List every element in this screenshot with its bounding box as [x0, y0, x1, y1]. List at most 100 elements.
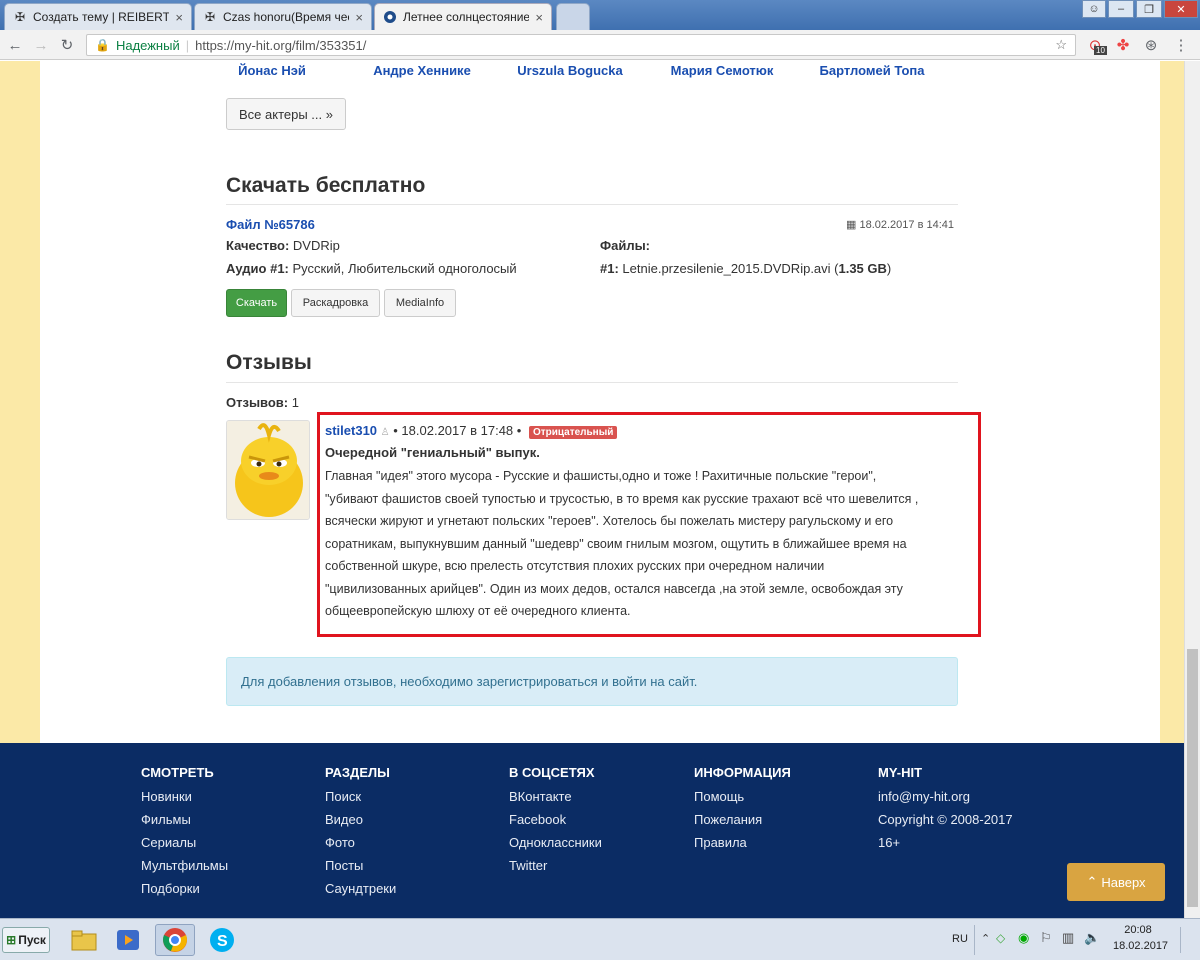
windows-taskbar: ⊞ Пуск S RU ⌃ ◇ ◉ ⚐ ▥ 🔈 20:08 18.02.2017	[0, 918, 1200, 960]
footer-link[interactable]: Twitter	[509, 858, 679, 873]
close-window-button[interactable]: ✕	[1164, 0, 1198, 18]
footer-link[interactable]: Помощь	[694, 789, 864, 804]
reviews-count-label: Отзывов:	[226, 395, 289, 410]
address-bar[interactable]: 🔒 Надежный | https://my-hit.org/film/353…	[86, 34, 1076, 56]
file-date-text: 18.02.2017 в 14:41	[859, 219, 955, 231]
profile-icon[interactable]: ☺	[1082, 0, 1106, 18]
show-desktop-button[interactable]	[1180, 927, 1194, 953]
file-close: )	[886, 261, 892, 276]
main-content: Йонас Нэй Андре Хенникe Urszula Bogucka …	[40, 61, 1160, 743]
new-tab-button[interactable]	[556, 3, 590, 30]
login-notice: Для добавления отзывов, необходимо зарег…	[226, 657, 958, 706]
close-tab-icon[interactable]: ×	[355, 10, 363, 25]
close-tab-icon[interactable]: ×	[175, 10, 183, 25]
clock-time[interactable]: 20:08	[1116, 924, 1160, 936]
tab-my-hit-film[interactable]: Летнее солнцестояние ( ×	[374, 3, 552, 30]
reviews-heading: Отзывы	[226, 351, 312, 374]
tray-expand-icon[interactable]: ⌃	[981, 932, 990, 945]
footer-link[interactable]: Мультфильмы	[141, 858, 311, 873]
review-headline: Очередной "гениальный" выпук.	[325, 445, 540, 460]
back-to-top-button[interactable]: ⌃ Наверх	[1067, 863, 1165, 901]
file-explorer-icon[interactable]	[64, 924, 104, 956]
footer-column-watch: СМОТРЕТЬ Новинки Фильмы Сериалы Мультфил…	[141, 765, 311, 904]
svg-text:S: S	[217, 933, 228, 950]
chrome-taskbar-icon[interactable]	[155, 924, 195, 956]
media-player-icon[interactable]	[108, 924, 148, 956]
reload-icon[interactable]: ↻	[58, 36, 76, 54]
footer-link[interactable]: Правила	[694, 835, 864, 850]
actor-link[interactable]: Йонас Нэй	[202, 63, 342, 78]
review-author-link[interactable]: stilet310	[325, 423, 377, 438]
footer-link[interactable]: Видео	[325, 812, 495, 827]
actor-link[interactable]: Urszula Bogucka	[500, 63, 640, 78]
footer-age-rating: 16+	[878, 835, 901, 850]
back-to-top-label: Наверх	[1101, 874, 1146, 890]
footer-link[interactable]: Посты	[325, 858, 495, 873]
download-button[interactable]: Скачать	[226, 289, 287, 317]
footer-link[interactable]: Пожелания	[694, 812, 864, 827]
actor-link[interactable]: Мария Семотюк	[652, 63, 792, 78]
footer-email-link[interactable]: info@my-hit.org	[878, 789, 1048, 804]
footer-column-sections: РАЗДЕЛЫ Поиск Видео Фото Посты Саундтрек…	[325, 765, 495, 904]
bookmark-star-icon[interactable]: ☆	[1055, 37, 1067, 53]
menu-icon[interactable]: ⋮	[1172, 36, 1190, 54]
footer-link[interactable]: Сериалы	[141, 835, 311, 850]
start-label: Пуск	[18, 933, 46, 947]
back-arrow-icon[interactable]: ←	[6, 36, 24, 54]
network-icon[interactable]: ▥	[1062, 930, 1074, 946]
footer-link[interactable]: Подборки	[141, 881, 311, 896]
footer-heading: ИНФОРМАЦИЯ	[694, 765, 791, 780]
all-actors-button[interactable]: Все актеры ... »	[226, 98, 346, 130]
clock-date[interactable]: 18.02.2017	[1113, 940, 1168, 952]
mediainfo-button[interactable]: MediaInfo	[384, 289, 456, 317]
minimize-button[interactable]: –	[1108, 0, 1134, 18]
actor-link[interactable]: Андре Хенникe	[352, 63, 492, 78]
avatar[interactable]	[226, 420, 310, 520]
footer-link[interactable]: ВКонтакте	[509, 789, 679, 804]
start-button[interactable]: ⊞ Пуск	[2, 927, 50, 953]
calendar-icon: ▦	[846, 219, 857, 231]
footer-link[interactable]: Одноклассники	[509, 835, 679, 850]
footer-link[interactable]: Facebook	[509, 812, 679, 827]
chevron-up-icon: ⌃	[1086, 874, 1098, 889]
quality-value: DVDRip	[292, 238, 340, 253]
file-name: Letnie.przesilenie_2015.DVDRip.avi (	[622, 261, 839, 276]
actor-link[interactable]: Бартломей Топа	[802, 63, 942, 78]
sync-extension-icon[interactable]: ⊛	[1142, 36, 1160, 54]
reviews-count: Отзывов: 1	[226, 395, 299, 410]
my-hit-icon	[383, 10, 397, 24]
review-line: всячески жируют и угнетают польских "гер…	[325, 514, 894, 528]
pinwheel-extension-icon[interactable]: ✤	[1114, 36, 1132, 54]
reibert-cross-icon: ✠	[14, 10, 26, 24]
footer-link[interactable]: Поиск	[325, 789, 495, 804]
close-tab-icon[interactable]: ×	[535, 10, 543, 25]
footer-link[interactable]: Фото	[325, 835, 495, 850]
footer-link[interactable]: Фильмы	[141, 812, 311, 827]
skype-icon[interactable]: S	[202, 924, 242, 956]
footer-link[interactable]: Новинки	[141, 789, 311, 804]
restore-button[interactable]: ❐	[1136, 0, 1162, 18]
tab-reibert-create-topic[interactable]: ✠ Создать тему | REIBERT.i ×	[4, 3, 192, 30]
review-meta: stilet310 ♙ • 18.02.2017 в 17:48 • Отриц…	[325, 423, 975, 439]
quality-row: Качество: DVDRip	[226, 238, 340, 253]
footer-link[interactable]: Саундтреки	[325, 881, 495, 896]
file-link[interactable]: Файл №65786	[226, 217, 315, 232]
url-text[interactable]: https://my-hit.org/film/353351/	[195, 38, 366, 53]
extension-badge: 10	[1094, 46, 1107, 55]
review-line: "цивилизованных арийцев". Один из моих д…	[325, 581, 903, 596]
reviews-count-value: 1	[291, 395, 299, 410]
divider	[226, 204, 958, 205]
language-indicator[interactable]: RU	[952, 933, 968, 945]
storyboard-button[interactable]: Раскадровка	[291, 289, 380, 317]
tray-green-icon[interactable]: ◉	[1018, 930, 1029, 946]
tray-app-icon[interactable]: ◇	[996, 931, 1005, 945]
site-footer: СМОТРЕТЬ Новинки Фильмы Сериалы Мультфил…	[0, 743, 1184, 918]
page-scrollbar[interactable]	[1184, 61, 1200, 918]
tab-czas-honoru[interactable]: ✠ Czas honoru(Время чест ×	[194, 3, 372, 30]
action-center-flag-icon[interactable]: ⚐	[1040, 930, 1052, 946]
volume-icon[interactable]: 🔈	[1084, 930, 1100, 946]
scrollbar-thumb[interactable]	[1187, 649, 1198, 907]
page-viewport: Йонас Нэй Андре Хенникe Urszula Bogucka …	[0, 61, 1200, 918]
forward-arrow-icon[interactable]: →	[32, 36, 50, 54]
audio-row: Аудио #1: Русский, Любительский одноголо…	[226, 261, 517, 276]
